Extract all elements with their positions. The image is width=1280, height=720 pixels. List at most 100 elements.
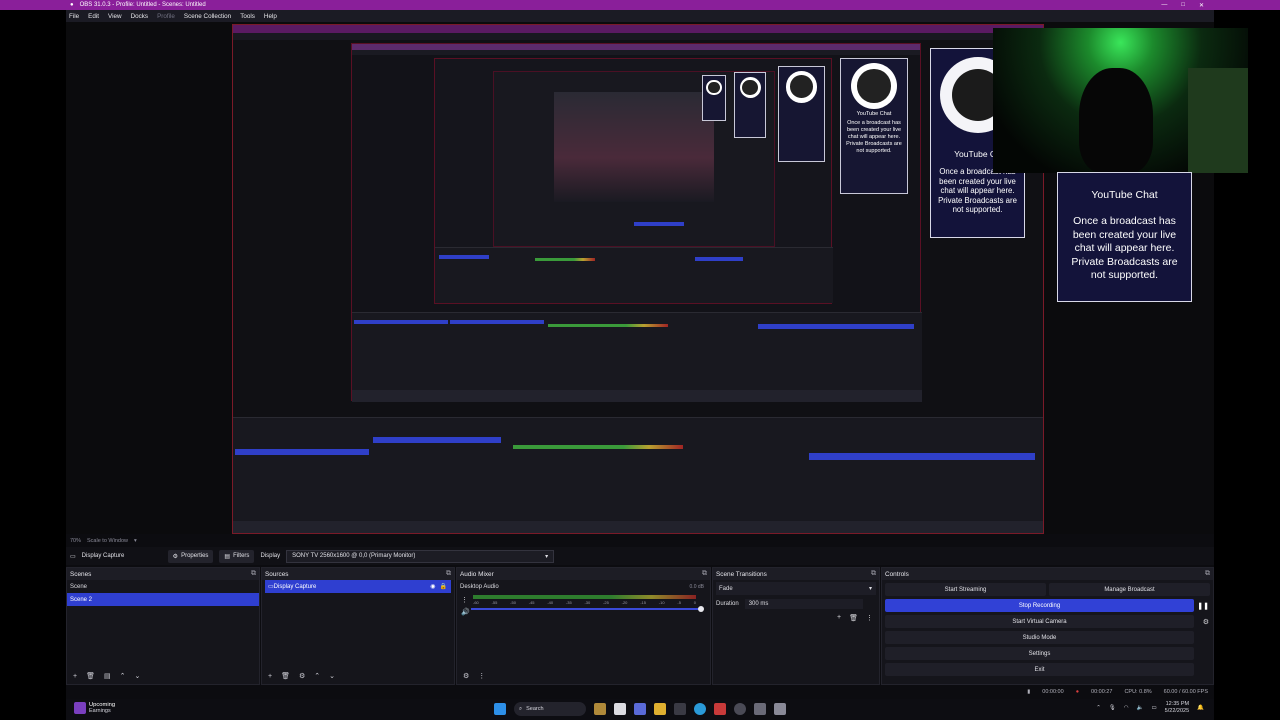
- taskbar-search[interactable]: ⌕ Search: [514, 702, 586, 716]
- person-silhouette: [1079, 68, 1153, 173]
- maximize-icon[interactable]: □: [1181, 2, 1185, 9]
- obs-icon[interactable]: [734, 703, 746, 715]
- audio-level: 0.0 dB: [689, 583, 704, 590]
- app-icon[interactable]: [774, 703, 786, 715]
- add-icon[interactable]: +: [73, 673, 77, 680]
- audio-tick-label: -30: [584, 600, 591, 605]
- gear-icon: ⚙: [172, 553, 179, 560]
- more-icon[interactable]: ⋮: [461, 596, 468, 604]
- widget-subtitle: Earnings: [89, 708, 111, 714]
- start-virtual-camera-button[interactable]: Start Virtual Camera: [885, 615, 1194, 628]
- pause-icon[interactable]: ❚❚: [1197, 602, 1209, 610]
- speaker-icon[interactable]: 🔈: [1137, 705, 1144, 711]
- weather-widget[interactable]: Upcoming Earnings: [74, 702, 115, 714]
- audio-mixer-title: Audio Mixer: [460, 570, 494, 578]
- transition-select[interactable]: Fade ▾: [716, 582, 876, 595]
- undock-icon[interactable]: ⧉: [1205, 570, 1210, 578]
- duration-label: Duration: [716, 600, 739, 607]
- properties-label: Properties: [181, 553, 209, 559]
- audio-tick-label: -20: [621, 600, 628, 605]
- gear-icon[interactable]: ⚙: [1203, 618, 1209, 626]
- down-arrow-icon[interactable]: ⌄: [134, 672, 140, 680]
- app-icon[interactable]: [614, 703, 626, 715]
- scale-select[interactable]: Scale to Window: [87, 538, 128, 544]
- scene-item-selected[interactable]: Scene 2: [67, 593, 259, 606]
- filters-button[interactable]: ▤ Filters: [219, 549, 255, 563]
- monitor-icon: ▭: [70, 553, 76, 560]
- nested-chat-card: [734, 72, 766, 138]
- menu-profile[interactable]: Profile: [157, 13, 175, 20]
- trash-icon[interactable]: 🗑: [849, 614, 858, 622]
- lock-icon[interactable]: 🔒: [440, 583, 447, 590]
- app-icon[interactable]: [674, 703, 686, 715]
- source-item[interactable]: ▭ Display Capture ◉ 🔒: [265, 580, 451, 593]
- add-icon[interactable]: +: [268, 673, 272, 680]
- audio-mixer-dock: Audio Mixer ⧉ Desktop Audio 0.0 dB -60 -55…: [456, 567, 711, 685]
- up-arrow-icon[interactable]: ⌃: [314, 672, 320, 680]
- undock-icon[interactable]: ⧉: [251, 570, 256, 578]
- clock-date: 5/22/2025: [1164, 708, 1190, 714]
- clock[interactable]: 12:35 PM 5/22/2025: [1165, 701, 1189, 715]
- trash-icon[interactable]: 🗑: [86, 672, 95, 680]
- trash-icon[interactable]: 🗑: [281, 672, 290, 680]
- menu-help[interactable]: Help: [264, 13, 277, 20]
- chevron-down-icon[interactable]: ▾: [134, 538, 137, 544]
- display-select[interactable]: SONY TV 2560x1600 @ 0,0 (Primary Monitor…: [286, 549, 555, 563]
- menu-view[interactable]: View: [108, 13, 122, 20]
- settings-button[interactable]: Settings: [885, 647, 1194, 660]
- scene-item[interactable]: Scene: [67, 580, 259, 593]
- app-icon[interactable]: [594, 703, 606, 715]
- folder-icon[interactable]: [654, 703, 666, 715]
- minimize-icon[interactable]: —: [1161, 2, 1167, 9]
- up-arrow-icon[interactable]: ⌃: [120, 672, 126, 680]
- app-icon[interactable]: [634, 703, 646, 715]
- mic-icon[interactable]: 🎙: [1109, 705, 1116, 711]
- window-title: OBS 31.0.3 - Profile: Untitled - Scenes:…: [79, 2, 206, 8]
- menu-scene-collection[interactable]: Scene Collection: [184, 13, 231, 20]
- settings-icon[interactable]: ⚙: [463, 672, 469, 680]
- add-icon[interactable]: +: [837, 614, 841, 622]
- gear-icon[interactable]: ⚙: [299, 672, 305, 680]
- nested-chat-card: [778, 66, 825, 162]
- start-icon[interactable]: [494, 703, 506, 715]
- title-bar: ● OBS 31.0.3 - Profile: Untitled - Scene…: [66, 0, 1214, 10]
- close-icon[interactable]: ✕: [1199, 2, 1204, 9]
- undock-icon[interactable]: ⧉: [446, 570, 451, 578]
- filter-icon[interactable]: ▤: [104, 672, 111, 680]
- widget-icon: [74, 702, 86, 714]
- properties-button[interactable]: ⚙ Properties: [167, 549, 214, 563]
- menu-tools[interactable]: Tools: [240, 13, 255, 20]
- obs-logo-icon: ●: [70, 2, 74, 8]
- down-arrow-icon[interactable]: ⌄: [329, 672, 335, 680]
- chevron-down-icon: ▾: [868, 586, 872, 592]
- duration-input[interactable]: 300 ms: [744, 598, 863, 609]
- app-icon[interactable]: [754, 703, 766, 715]
- controls-dock: Controls ⧉ Start Streaming Manage Broadca…: [881, 567, 1214, 685]
- studio-mode-button[interactable]: Studio Mode: [885, 631, 1194, 644]
- volume-slider[interactable]: [471, 606, 704, 612]
- controls-title: Controls: [885, 570, 909, 578]
- exit-button[interactable]: Exit: [885, 663, 1194, 676]
- undock-icon[interactable]: ⧉: [871, 570, 876, 578]
- chat-body-medium: Once a broadcast has been created your l…: [938, 167, 1017, 214]
- wifi-icon[interactable]: ◠: [1124, 705, 1129, 711]
- eye-icon[interactable]: ◉: [430, 583, 435, 590]
- battery-icon[interactable]: ▭: [1151, 705, 1156, 711]
- start-streaming-button[interactable]: Start Streaming: [885, 583, 1046, 596]
- display-label: Display: [260, 553, 281, 559]
- menu-file[interactable]: File: [69, 13, 79, 20]
- transition-type: Fade: [719, 585, 733, 592]
- more-icon[interactable]: ⋮: [478, 672, 485, 680]
- notification-icon[interactable]: 🔔: [1197, 705, 1204, 711]
- more-icon[interactable]: ⋮: [866, 614, 873, 622]
- undock-icon[interactable]: ⧉: [702, 570, 707, 578]
- speaker-icon[interactable]: 🔊: [461, 608, 470, 616]
- stop-recording-button[interactable]: Stop Recording: [885, 599, 1194, 612]
- manage-broadcast-button[interactable]: Manage Broadcast: [1049, 583, 1210, 596]
- edge-icon[interactable]: [694, 703, 706, 715]
- app-icon[interactable]: [714, 703, 726, 715]
- menu-docks[interactable]: Docks: [131, 13, 149, 20]
- nested-preview-level-3: [434, 58, 833, 304]
- chevron-up-icon[interactable]: ⌃: [1096, 705, 1101, 711]
- menu-edit[interactable]: Edit: [88, 13, 99, 20]
